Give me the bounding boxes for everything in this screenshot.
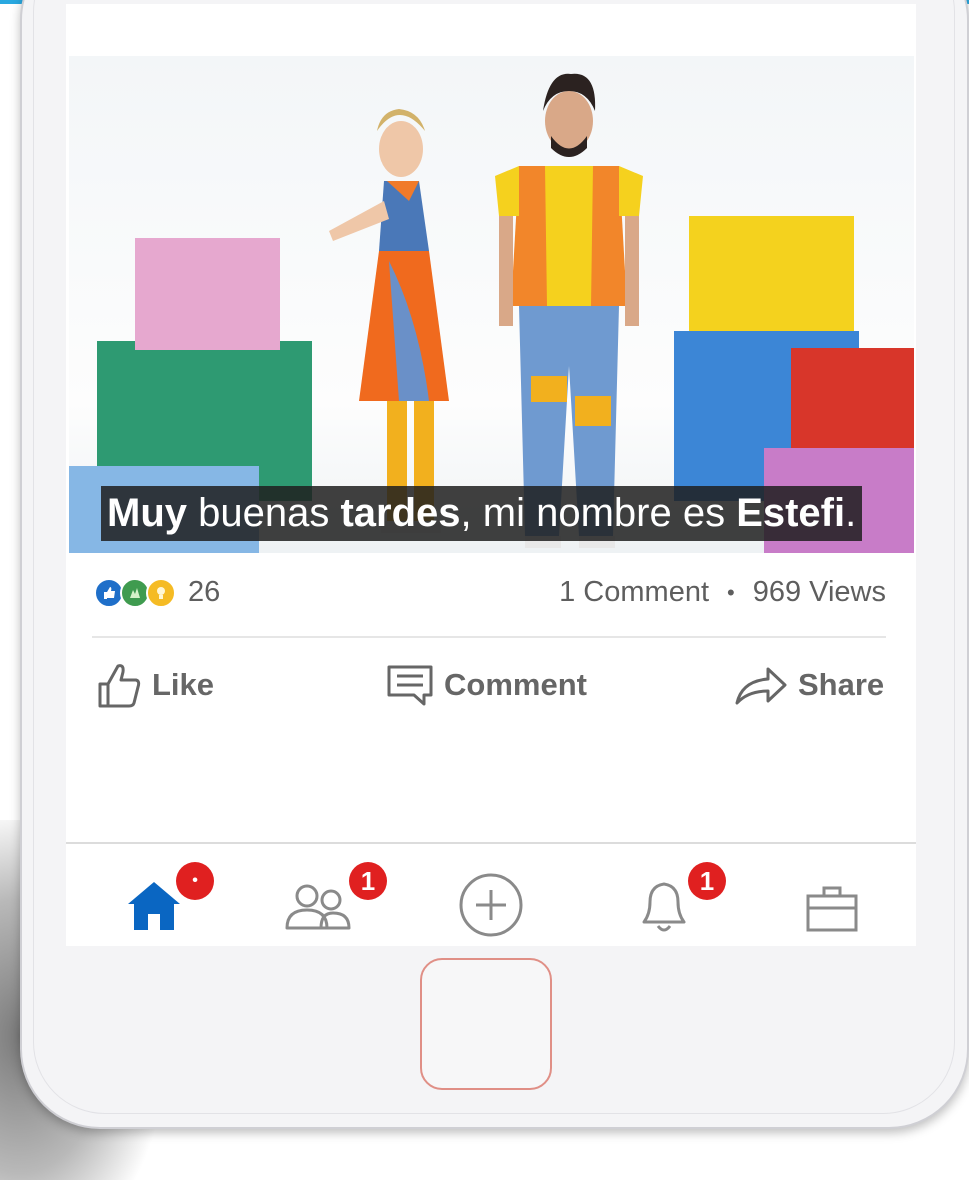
post-actions: Like Comment Share xyxy=(66,654,916,716)
home-icon xyxy=(128,882,180,930)
caption-word-1: Muy xyxy=(107,491,187,535)
nav-my-network[interactable]: 1 xyxy=(281,862,387,942)
phone-screen: Muy buenas tardes, mi nombre es Estefi. … xyxy=(66,4,916,946)
presenter-man xyxy=(495,73,643,548)
caption-word-4: , mi nombre es xyxy=(460,491,737,535)
video-player[interactable]: Muy buenas tardes, mi nombre es Estefi. xyxy=(69,56,914,553)
caption-word-6: . xyxy=(845,491,857,535)
scene-block-yellow xyxy=(689,216,854,338)
view-count: 969 Views xyxy=(752,576,886,608)
comment-label: Comment xyxy=(444,667,587,702)
share-button[interactable]: Share xyxy=(734,654,884,716)
my-network-badge: 1 xyxy=(349,862,387,900)
nav-home[interactable]: • xyxy=(116,862,214,942)
comment-count-link[interactable]: 1 Comment xyxy=(559,576,709,609)
jobs-icon xyxy=(806,886,858,932)
share-icon xyxy=(735,667,787,705)
phone-home-button[interactable] xyxy=(420,958,552,1090)
share-label: Share xyxy=(798,667,885,702)
reaction-count: 26 xyxy=(188,576,221,608)
post-icon xyxy=(459,873,523,937)
bottom-navigation: • 1 1 xyxy=(66,844,916,946)
reactions-summary[interactable]: 26 xyxy=(94,576,220,609)
comment-icon xyxy=(387,665,433,706)
notifications-badge: 1 xyxy=(688,862,726,900)
comment-button[interactable]: Comment xyxy=(386,654,587,716)
video-caption: Muy buenas tardes, mi nombre es Estefi. xyxy=(101,486,863,541)
stats-divider xyxy=(92,636,886,638)
insightful-icon xyxy=(146,577,176,608)
thumbs-up-icon xyxy=(98,664,141,708)
caption-word-3: tardes xyxy=(340,491,461,535)
nav-notifications[interactable]: 1 xyxy=(626,862,726,942)
my-network-icon xyxy=(285,884,351,930)
notifications-icon xyxy=(642,882,686,932)
presenter-woman xyxy=(329,109,449,533)
engagement-stats: 1 Comment • 969 Views xyxy=(559,576,886,609)
like-button[interactable]: Like xyxy=(96,654,214,716)
home-badge: • xyxy=(176,862,214,900)
caption-word-2: buenas xyxy=(187,491,341,535)
stats-separator: • xyxy=(727,579,735,605)
nav-post[interactable] xyxy=(456,862,536,942)
social-counts: 26 1 Comment • 969 Views xyxy=(66,564,916,618)
scene-block-pink xyxy=(135,238,280,350)
caption-word-5: Estefi xyxy=(736,491,846,535)
like-label: Like xyxy=(152,667,215,702)
nav-jobs[interactable] xyxy=(796,862,876,942)
